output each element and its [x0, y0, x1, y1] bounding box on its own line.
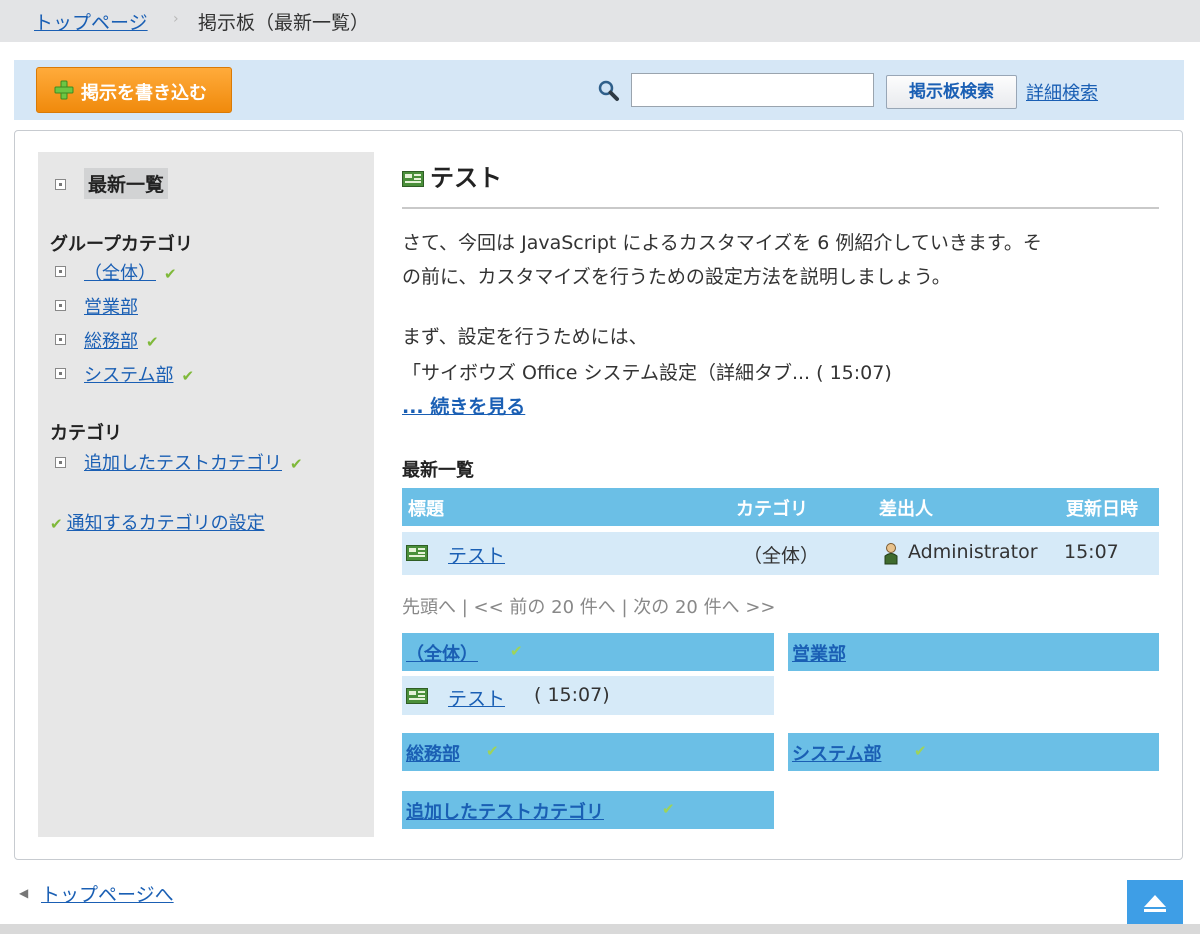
check-icon: ✔ — [50, 515, 63, 533]
category-box-systems-link[interactable]: システム部 — [792, 740, 881, 766]
post-message-label: 掲示を書き込む — [81, 83, 207, 104]
check-icon: ✔ — [914, 742, 927, 760]
caret-left-icon: ◀ — [19, 886, 29, 900]
article-body-line-3: まず、設定を行うためには、 — [402, 326, 648, 348]
sidebar-item-all: （全体） ✔ — [84, 259, 177, 285]
bottom-strip — [0, 924, 1200, 934]
footer-top-page-link[interactable]: トップページへ — [41, 880, 174, 907]
scroll-to-top-button[interactable] — [1127, 880, 1183, 924]
breadcrumb-current: 掲示板（最新一覧） — [198, 12, 370, 34]
article-body-line-4: 「サイボウズ Office システム設定（詳細タブ... ( 15:07) — [402, 362, 892, 384]
search-input[interactable] — [631, 73, 874, 107]
category-box-general-affairs: 総務部 ✔ — [402, 733, 774, 771]
detail-search-link[interactable]: 詳細検索 — [1026, 79, 1098, 105]
latest-list-heading: 最新一覧 — [402, 460, 474, 481]
table-row: テスト （全体） Administrator 15:07 — [402, 532, 1159, 575]
notify-category-setting-link[interactable]: 通知するカテゴリの設定 — [67, 513, 265, 534]
title-divider — [402, 207, 1159, 209]
article-body-line-2: の前に、カスタマイズを行うための設定方法を説明しましょう。 — [402, 266, 951, 288]
column-title-header[interactable]: 標題 — [408, 495, 444, 521]
check-icon: ✔ — [181, 367, 195, 385]
check-icon: ✔ — [146, 333, 159, 351]
article-title-text: テスト — [430, 164, 502, 192]
sidebar-item-general-affairs-link[interactable]: 総務部 — [84, 331, 138, 352]
list-bullet-icon — [55, 266, 66, 277]
sidebar-item-sales-link[interactable]: 営業部 — [84, 297, 138, 318]
check-icon: ✔ — [486, 742, 499, 760]
row-title-link[interactable]: テスト — [448, 545, 505, 567]
list-item: テスト ( 15:07) — [402, 676, 774, 715]
list-bullet-icon — [55, 334, 66, 345]
arrow-up-icon — [1144, 895, 1166, 907]
board-post-icon — [406, 545, 428, 561]
category-box-test-category: 追加したテストカテゴリ ✔ — [402, 791, 774, 829]
check-icon: ✔ — [662, 800, 675, 818]
category-item-time: ( 15:07) — [534, 684, 610, 706]
article-body-line-1: さて、今回は JavaScript によるカスタマイズを 6 例紹介していきます… — [402, 232, 1042, 254]
category-item-link[interactable]: テスト — [448, 688, 505, 710]
category-heading: カテゴリ — [50, 423, 122, 444]
category-box-general-affairs-link[interactable]: 総務部 — [406, 740, 460, 766]
article-title: テスト — [402, 158, 502, 193]
list-bullet-icon — [55, 300, 66, 311]
sidebar-current-latest[interactable]: 最新一覧 — [84, 168, 169, 199]
check-icon: ✔ — [290, 455, 303, 473]
list-bullet-icon — [55, 179, 66, 190]
breadcrumb-top-link[interactable]: トップページ — [34, 8, 148, 35]
board-post-icon — [406, 688, 428, 704]
pagination: 先頭へ | << 前の 20 件へ | 次の 20 件へ >> — [402, 597, 776, 618]
sidebar-item-general-affairs: 総務部 ✔ — [84, 327, 159, 353]
category-box-all: （全体） ✔ — [402, 633, 774, 671]
category-box-test-category-link[interactable]: 追加したテストカテゴリ — [406, 798, 604, 824]
board-search-button[interactable]: 掲示板検索 — [886, 75, 1017, 109]
check-icon: ✔ — [164, 265, 177, 283]
chevron-right-icon: › — [173, 11, 179, 27]
search-icon — [598, 80, 619, 101]
board-post-icon — [402, 171, 424, 187]
category-box-sales-link[interactable]: 営業部 — [792, 640, 846, 666]
row-updated: 15:07 — [1064, 541, 1119, 563]
row-sender: Administrator — [908, 541, 1038, 563]
sidebar: 最新一覧 グループカテゴリ （全体） ✔ 営業部 総務部 ✔ システム部 ✔ カテゴリ… — [38, 152, 374, 837]
breadcrumb: トップページ › 掲示板（最新一覧） — [0, 0, 1200, 42]
toolbar: 掲示を書き込む 掲示板検索 詳細検索 — [14, 60, 1184, 120]
column-updated-header[interactable]: 更新日時 — [1066, 495, 1138, 521]
sidebar-item-test-category-link[interactable]: 追加したテストカテゴリ — [84, 453, 282, 474]
category-box-systems: システム部 ✔ — [788, 733, 1159, 771]
user-icon — [884, 543, 898, 565]
sidebar-item-sales: 営業部 — [84, 293, 138, 319]
post-message-button[interactable]: 掲示を書き込む — [36, 67, 232, 113]
row-category: （全体） — [743, 545, 820, 567]
read-more-link[interactable]: ... 続きを見る — [402, 392, 525, 419]
list-bullet-icon — [55, 457, 66, 468]
sidebar-item-test-category: 追加したテストカテゴリ ✔ — [84, 449, 303, 475]
sidebar-item-all-link[interactable]: （全体） — [84, 263, 156, 284]
notify-category-setting: ✔ 通知するカテゴリの設定 — [50, 509, 265, 535]
latest-table-header: 標題 カテゴリ 差出人 更新日時 — [402, 488, 1159, 526]
category-box-sales: 営業部 — [788, 633, 1159, 671]
group-category-heading: グループカテゴリ — [50, 234, 193, 255]
column-category-header: カテゴリ — [736, 499, 808, 520]
column-sender-header: 差出人 — [879, 499, 933, 520]
sidebar-item-systems-link[interactable]: システム部 — [84, 365, 173, 386]
list-bullet-icon — [55, 368, 66, 379]
arrow-up-bar — [1144, 909, 1166, 912]
sidebar-item-systems: システム部 ✔ — [84, 361, 194, 387]
category-box-all-link[interactable]: （全体） — [406, 640, 478, 666]
plus-icon — [54, 80, 74, 100]
check-icon: ✔ — [510, 642, 523, 660]
